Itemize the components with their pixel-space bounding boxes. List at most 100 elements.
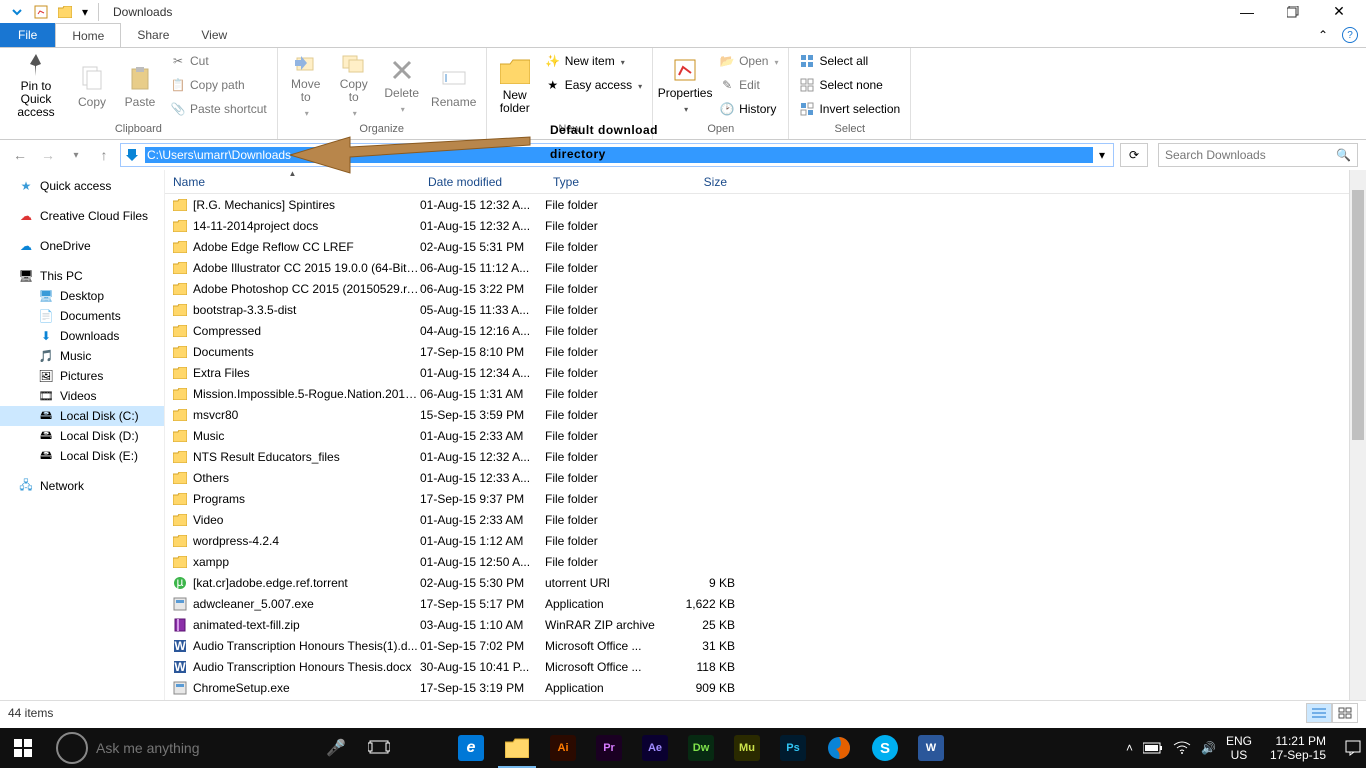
file-row[interactable]: WAudio Transcription Honours Thesis.docx…	[165, 656, 1366, 677]
file-row[interactable]: Adobe Edge Reflow CC LREF02-Aug-15 5:31 …	[165, 236, 1366, 257]
nav-music[interactable]: 🎵Music	[0, 346, 164, 366]
thumbnails-view-toggle[interactable]	[1332, 703, 1358, 723]
clock[interactable]: 11:21 PM17-Sep-15	[1262, 734, 1334, 762]
history-button[interactable]: 🕑History	[715, 98, 782, 120]
recent-locations-dropdown[interactable]: ▾	[64, 143, 88, 167]
nav-local-disk-c[interactable]: 🖴Local Disk (C:)	[0, 406, 164, 426]
column-date-modified[interactable]: Date modified	[420, 171, 545, 193]
taskbar-app-dreamweaver[interactable]: Dw	[678, 728, 724, 768]
edit-button[interactable]: ✎Edit	[715, 74, 782, 96]
nav-videos[interactable]: 🎞Videos	[0, 386, 164, 406]
tray-overflow-icon[interactable]: ˄	[1126, 741, 1133, 755]
tab-view[interactable]: View	[185, 23, 243, 47]
copy-path-button[interactable]: 📋Copy path	[166, 74, 271, 96]
volume-icon[interactable]: 🔊	[1201, 741, 1216, 755]
properties-button[interactable]: Properties	[659, 50, 711, 120]
battery-icon[interactable]	[1143, 742, 1163, 754]
pin-to-quick-access-button[interactable]: Pin to Quick access	[6, 50, 66, 120]
nav-local-disk-d[interactable]: 🖴Local Disk (D:)	[0, 426, 164, 446]
file-row[interactable]: xampp01-Aug-15 12:50 A...File folder	[165, 551, 1366, 572]
paste-button[interactable]: Paste	[118, 50, 162, 120]
file-row[interactable]: ChromeSetup.exe17-Sep-15 3:19 PMApplicat…	[165, 677, 1366, 698]
open-button[interactable]: 📂Open	[715, 50, 782, 72]
qat-folder-icon[interactable]	[54, 2, 76, 22]
qat-properties-icon[interactable]	[30, 2, 52, 22]
taskbar-app-word[interactable]: W	[908, 728, 954, 768]
rename-button[interactable]: Rename	[428, 50, 480, 120]
nav-network[interactable]: 🖧Network	[0, 476, 164, 496]
taskbar-app-premiere[interactable]: Pr	[586, 728, 632, 768]
file-row[interactable]: wordpress-4.2.401-Aug-15 1:12 AMFile fol…	[165, 530, 1366, 551]
file-row[interactable]: Music01-Aug-15 2:33 AMFile folder	[165, 425, 1366, 446]
cut-button[interactable]: ✂Cut	[166, 50, 271, 72]
details-view-toggle[interactable]	[1306, 703, 1332, 723]
file-row[interactable]: Compressed04-Aug-15 12:16 A...File folde…	[165, 320, 1366, 341]
task-view-button[interactable]	[356, 728, 402, 768]
file-row[interactable]: Extra Files01-Aug-15 12:34 A...File fold…	[165, 362, 1366, 383]
file-row[interactable]: adwcleaner_5.007.exe17-Sep-15 5:17 PMApp…	[165, 593, 1366, 614]
select-all-button[interactable]: Select all	[795, 50, 904, 72]
taskbar-app-muse[interactable]: Mu	[724, 728, 770, 768]
forward-button[interactable]: →	[36, 143, 60, 167]
file-row[interactable]: animated-text-fill.zip03-Aug-15 1:10 AMW…	[165, 614, 1366, 635]
paste-shortcut-button[interactable]: 📎Paste shortcut	[166, 98, 271, 120]
cortana-input[interactable]	[96, 740, 326, 756]
copy-to-button[interactable]: Copy to	[332, 50, 376, 120]
language-indicator[interactable]: ENGUS	[1226, 734, 1252, 762]
nav-downloads[interactable]: ⬇Downloads	[0, 326, 164, 346]
tab-home[interactable]: Home	[55, 23, 121, 47]
invert-selection-button[interactable]: Invert selection	[795, 98, 904, 120]
file-row[interactable]: µ[kat.cr]adobe.edge.ref.torrent02-Aug-15…	[165, 572, 1366, 593]
taskbar-app-after-effects[interactable]: Ae	[632, 728, 678, 768]
file-row[interactable]: [R.G. Mechanics] Spintires01-Aug-15 12:3…	[165, 194, 1366, 215]
delete-button[interactable]: Delete	[380, 50, 424, 120]
taskbar-app-illustrator[interactable]: Ai	[540, 728, 586, 768]
maximize-button[interactable]	[1270, 1, 1316, 23]
address-dropdown[interactable]: ▾	[1093, 144, 1111, 166]
search-box[interactable]: Search Downloads 🔍	[1158, 143, 1358, 167]
new-folder-button[interactable]: New folder	[493, 50, 537, 120]
scroll-thumb[interactable]	[1352, 190, 1364, 440]
file-row[interactable]: bootstrap-3.3.5-dist05-Aug-15 11:33 A...…	[165, 299, 1366, 320]
address-input[interactable]	[145, 147, 1093, 163]
start-button[interactable]	[0, 728, 46, 768]
action-center-icon[interactable]	[1344, 739, 1362, 757]
file-row[interactable]: msvcr8015-Sep-15 3:59 PMFile folder	[165, 404, 1366, 425]
up-button[interactable]: ↑	[92, 143, 116, 167]
address-bar[interactable]: ▾	[120, 143, 1114, 167]
file-row[interactable]: Mission.Impossible.5-Rogue.Nation.2015..…	[165, 383, 1366, 404]
select-none-button[interactable]: Select none	[795, 74, 904, 96]
easy-access-button[interactable]: ★Easy access	[541, 74, 646, 96]
taskbar-app-edge[interactable]: e	[448, 728, 494, 768]
file-row[interactable]: Adobe Photoshop CC 2015 (20150529.r.8...…	[165, 278, 1366, 299]
cortana-search[interactable]: 🎤	[46, 728, 356, 768]
file-row[interactable]: Adobe Illustrator CC 2015 19.0.0 (64-Bit…	[165, 257, 1366, 278]
nav-onedrive[interactable]: ☁OneDrive	[0, 236, 164, 256]
file-row[interactable]: Video01-Aug-15 2:33 AMFile folder	[165, 509, 1366, 530]
collapse-ribbon-button[interactable]: ⌃	[1312, 24, 1334, 46]
file-row[interactable]: WAudio Transcription Honours Thesis(1).d…	[165, 635, 1366, 656]
mic-icon[interactable]: 🎤	[326, 738, 346, 758]
taskbar-app-file-explorer[interactable]	[494, 728, 540, 768]
move-to-button[interactable]: Move to	[284, 50, 328, 120]
nav-this-pc[interactable]: 🖥This PC	[0, 266, 164, 286]
back-button[interactable]: ←	[8, 143, 32, 167]
file-row[interactable]: NTS Result Educators_files01-Aug-15 12:3…	[165, 446, 1366, 467]
new-item-button[interactable]: ✨New item	[541, 50, 646, 72]
taskbar-app-photoshop[interactable]: Ps	[770, 728, 816, 768]
taskbar-app-task-view[interactable]	[402, 728, 448, 768]
qat-customize-dropdown[interactable]: ▾	[78, 2, 92, 22]
qat-down-arrow-icon[interactable]	[6, 2, 28, 22]
nav-documents[interactable]: 📄Documents	[0, 306, 164, 326]
tab-share[interactable]: Share	[121, 23, 185, 47]
wifi-icon[interactable]	[1173, 741, 1191, 755]
tab-file[interactable]: File	[0, 23, 55, 47]
taskbar-app-skype[interactable]: S	[862, 728, 908, 768]
nav-desktop[interactable]: 🖥Desktop	[0, 286, 164, 306]
refresh-button[interactable]: ⟳	[1120, 143, 1148, 167]
taskbar-app-firefox[interactable]	[816, 728, 862, 768]
nav-creative-cloud[interactable]: ☁Creative Cloud Files	[0, 206, 164, 226]
nav-pictures[interactable]: 🖼Pictures	[0, 366, 164, 386]
file-row[interactable]: Others01-Aug-15 12:33 A...File folder	[165, 467, 1366, 488]
copy-button[interactable]: Copy	[70, 50, 114, 120]
